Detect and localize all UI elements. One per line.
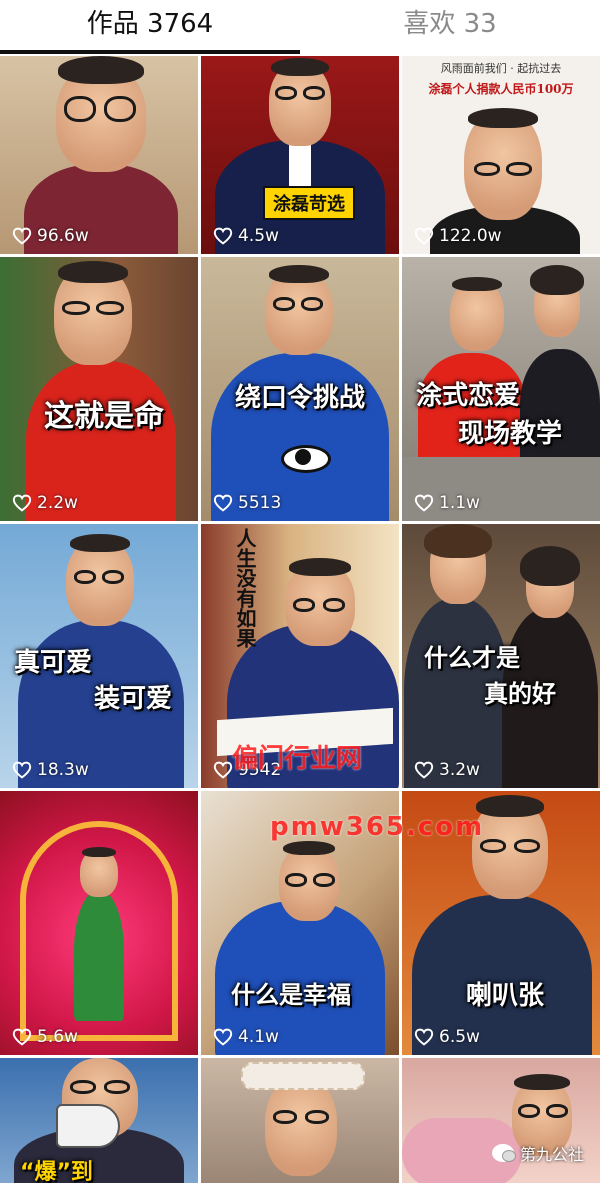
- like-count: 5513: [213, 493, 281, 513]
- video-tile-7[interactable]: 真可爱 装可爱 18.3w: [0, 524, 198, 788]
- heart-icon: [213, 227, 233, 245]
- heart-icon: [12, 1028, 32, 1046]
- like-count: 4.5w: [213, 226, 279, 246]
- heart-icon: [414, 227, 434, 245]
- video-caption: “爆”到: [20, 1160, 93, 1183]
- video-caption-line-2: 装可爱: [94, 684, 173, 714]
- like-count: 18.3w: [12, 760, 89, 780]
- wechat-icon: [491, 1144, 516, 1162]
- video-caption: 绕口令挑战: [235, 383, 366, 413]
- heart-icon: [414, 494, 434, 512]
- video-tile-10[interactable]: 5.6w: [0, 791, 198, 1055]
- wechat-source: 第九公社: [491, 1141, 584, 1165]
- heart-icon: [12, 494, 32, 512]
- video-tile-9[interactable]: 什么才是 真的好 3.2w: [402, 524, 600, 788]
- poster-line-2: 涂磊个人捐款人民币100万: [428, 82, 574, 96]
- like-count: 1.1w: [414, 493, 480, 513]
- watermark-url: pmw365.com: [270, 812, 485, 842]
- heart-icon: [213, 761, 233, 779]
- video-tile-5[interactable]: 绕口令挑战 5513: [201, 257, 399, 521]
- like-count: 5.6w: [12, 1027, 78, 1047]
- tab-bar: 作品 3764 喜欢 33: [0, 0, 600, 56]
- video-tile-14[interactable]: [201, 1058, 399, 1183]
- heart-icon: [213, 1028, 233, 1046]
- heart-icon: [12, 761, 32, 779]
- watermark-text: 偏门行业网: [232, 744, 363, 774]
- video-grid: 96.6w 涂磊苛选 4.5w 风雨面前我们 · 起抗过去 涂磊个人捐款人民币1…: [0, 56, 600, 1183]
- video-tile-6[interactable]: 涂式恋爱 现场教学 1.1w: [402, 257, 600, 521]
- video-caption: 喇叭张: [466, 981, 545, 1011]
- tab-likes[interactable]: 喜欢 33: [300, 6, 600, 42]
- video-caption: 涂磊苛选: [263, 186, 355, 220]
- heart-icon: [414, 761, 434, 779]
- like-count: 3.2w: [414, 760, 480, 780]
- video-tile-4[interactable]: 这就是命 2.2w: [0, 257, 198, 521]
- video-tile-2[interactable]: 涂磊苛选 4.5w: [201, 56, 399, 254]
- heart-icon: [213, 494, 233, 512]
- video-caption-line-1: 涂式恋爱: [416, 381, 521, 411]
- like-count: 2.2w: [12, 493, 78, 513]
- heart-icon: [12, 227, 32, 245]
- like-count: 96.6w: [12, 226, 89, 246]
- video-tile-1[interactable]: 96.6w: [0, 56, 198, 254]
- like-count: 122.0w: [414, 226, 502, 246]
- poster-line-1: 风雨面前我们 · 起抗过去: [440, 62, 562, 75]
- video-tile-13[interactable]: “爆”到: [0, 1058, 198, 1183]
- active-tab-indicator: [0, 50, 300, 54]
- like-count: 6.5w: [414, 1027, 480, 1047]
- video-caption: 什么是幸福: [231, 981, 351, 1009]
- video-caption-line-2: 现场教学: [458, 419, 563, 449]
- video-caption-line-1: 什么才是: [424, 644, 520, 672]
- heart-icon: [414, 1028, 434, 1046]
- tab-works[interactable]: 作品 3764: [0, 6, 300, 42]
- like-count: 4.1w: [213, 1027, 279, 1047]
- video-caption: 这就是命: [44, 399, 164, 434]
- video-tile-3[interactable]: 风雨面前我们 · 起抗过去 涂磊个人捐款人民币100万 122.0w: [402, 56, 600, 254]
- video-caption-line-2: 真的好: [484, 680, 556, 708]
- video-caption-line-1: 真可爱: [14, 648, 93, 678]
- video-caption: 人生没有如果: [233, 528, 257, 648]
